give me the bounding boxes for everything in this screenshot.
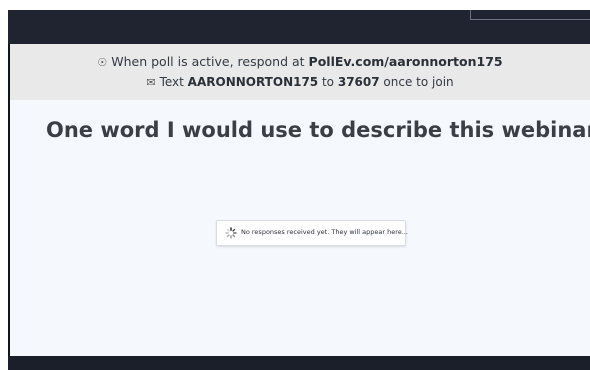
poll-url[interactable]: PollEv.com/aaronnorton175 (309, 54, 503, 69)
respond-url-line: ☉ When poll is active, respond at PollEv.… (10, 54, 590, 69)
loading-spinner-icon (225, 227, 237, 239)
poll-content-area: One word I would use to describe this we… (10, 100, 590, 356)
sms-mid: to (318, 75, 338, 89)
respond-prefix: When poll is active, respond at (111, 54, 309, 69)
bottom-chrome-bar (8, 356, 590, 370)
top-right-tab[interactable] (470, 10, 590, 20)
globe-icon: ☉ (97, 56, 108, 69)
top-chrome-bar (8, 10, 590, 44)
sms-number: 37607 (337, 75, 380, 89)
poll-question: One word I would use to describe this we… (46, 118, 590, 142)
join-instructions-banner: ☉ When poll is active, respond at PollEv.… (10, 44, 590, 100)
sms-prefix: Text (159, 75, 188, 89)
sms-icon: ✉ (146, 76, 156, 89)
screen: ☉ When poll is active, respond at PollEv.… (0, 0, 590, 370)
no-responses-card: No responses received yet. They will app… (216, 220, 408, 246)
sms-code: AARONNORTON175 (187, 75, 319, 89)
no-responses-text: No responses received yet. They will app… (241, 228, 408, 236)
sms-suffix: once to join (379, 75, 454, 89)
sms-join-line: ✉ Text AARONNORTON175 to 37607 once to jo… (10, 75, 590, 89)
